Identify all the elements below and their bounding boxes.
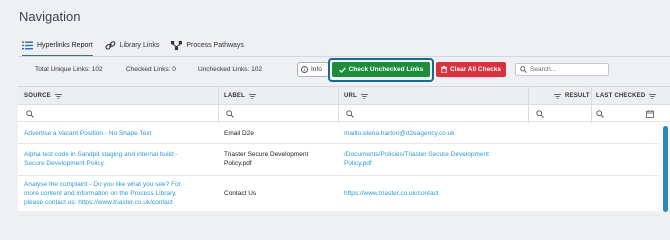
url-link[interactable]: /Documents/Policies/Triaster Secure Deve… [344,150,489,168]
clear-all-checks-button[interactable]: Clear All Checks [436,62,506,77]
table-row[interactable]: Analyse the complaint - Do you like what… [18,176,660,216]
column-header-last-checked[interactable]: LAST CHECKED [596,87,657,105]
trash-icon [440,66,447,73]
search-box[interactable] [515,63,609,76]
table-row[interactable]: Advertise a Vacant Position - No Shape T… [18,123,660,144]
column-title: RESULT [565,93,590,99]
label-cell: Triaster Secure Development Policy.pdf [224,150,308,168]
calendar-icon[interactable] [646,110,654,118]
cell-line: Contact Us [224,190,257,197]
checked-links-count: Checked Links: 0 [126,66,176,73]
search-icon[interactable] [346,110,354,118]
label-cell: Email D2e [224,129,254,138]
cell-line: more content and information on the Proc… [24,190,177,197]
column-title: SOURCE [24,93,51,99]
scrollbar-thumb[interactable] [663,126,668,212]
search-icon[interactable] [596,110,604,118]
cell-line: https://www.triaster.co.uk/contact [344,190,439,197]
tab-label: Library Links [119,41,160,49]
clear-button-label: Clear All Checks [449,66,502,73]
column-title: LABEL [224,93,245,99]
search-icon[interactable] [226,110,234,118]
filter-icon[interactable] [54,93,62,99]
link-icon [105,40,116,50]
page-title: Navigation [19,9,81,24]
info-button-label: Info [311,66,322,73]
column-title: LAST CHECKED [596,93,646,99]
source-link[interactable]: Alpha test code in Sandpit staging and i… [24,150,178,168]
search-icon[interactable] [26,110,34,118]
filter-icon[interactable] [249,93,256,99]
search-input[interactable] [530,66,605,73]
url-link[interactable]: https://www.triaster.co.uk/contact [344,189,439,198]
toolbar: Total Unique Links: 102 Checked Links: 0… [18,57,670,86]
cell-line: /Documents/Policies/Triaster Secure Deve… [344,151,489,158]
tab-library-links[interactable]: Library Links [105,38,160,52]
cell-line: Email D2e [224,130,254,137]
info-icon: i [301,66,308,73]
checkmark-icon [338,66,346,73]
filter-icon[interactable] [360,93,368,99]
links-table: SOURCE LABEL URL RESULT LAST CHECKED Adv… [18,86,670,216]
tab-label: Process Pathways [186,41,244,49]
column-header-url[interactable]: URL [344,87,368,105]
table-header: SOURCE LABEL URL RESULT LAST CHECKED [18,87,670,105]
label-cell: Contact Us [224,189,256,198]
cell-line: Alpha test code in Sandpit staging and i… [24,151,178,158]
pathways-icon [171,40,183,50]
column-header-source[interactable]: SOURCE [24,87,62,105]
cell-line: Advertise a Vacant Position - No Shape T… [24,130,152,137]
total-links-count: Total Unique Links: 102 [35,66,103,73]
column-header-label[interactable]: LABEL [224,87,256,105]
report-tabs: Hyperlinks Report Library Links Process … [22,38,256,57]
cell-line: Policy.pdf [344,160,372,167]
list-icon [22,41,33,49]
column-header-result[interactable]: RESULT [554,87,590,105]
url-link[interactable]: mailto:elena.harton@d2eagency.co.uk [344,129,455,138]
cell-line: Triaster Secure Development [224,151,309,158]
filter-icon[interactable] [554,93,561,99]
search-icon[interactable] [536,110,544,118]
column-filter-row [18,106,670,122]
search-icon [520,66,527,73]
tab-label: Hyperlinks Report [37,41,93,49]
cell-line: please contact us: https://www.triaster.… [24,199,173,206]
tab-process-pathways[interactable]: Process Pathways [171,38,244,52]
tab-hyperlinks-report[interactable]: Hyperlinks Report [22,38,93,57]
table-row[interactable]: Alpha test code in Sandpit staging and i… [18,144,660,176]
source-link[interactable]: Analyse the complaint - Do you like what… [24,180,181,207]
column-title: URL [344,93,357,99]
source-link[interactable]: Advertise a Vacant Position - No Shape T… [24,129,151,138]
cell-line: Analyse the complaint - Do you like what… [24,181,181,188]
cell-line: Secure Development Policy [24,160,104,167]
check-unchecked-links-button[interactable]: Check Unchecked Links [332,62,430,77]
unchecked-links-count: Unchecked Links: 102 [198,66,262,73]
cell-line: mailto:elena.harton@d2eagency.co.uk [344,130,455,137]
filter-icon[interactable] [649,93,657,99]
cell-line: Policy.pdf [224,160,252,167]
check-button-label: Check Unchecked Links [348,66,424,73]
info-button[interactable]: i Info [297,62,329,77]
